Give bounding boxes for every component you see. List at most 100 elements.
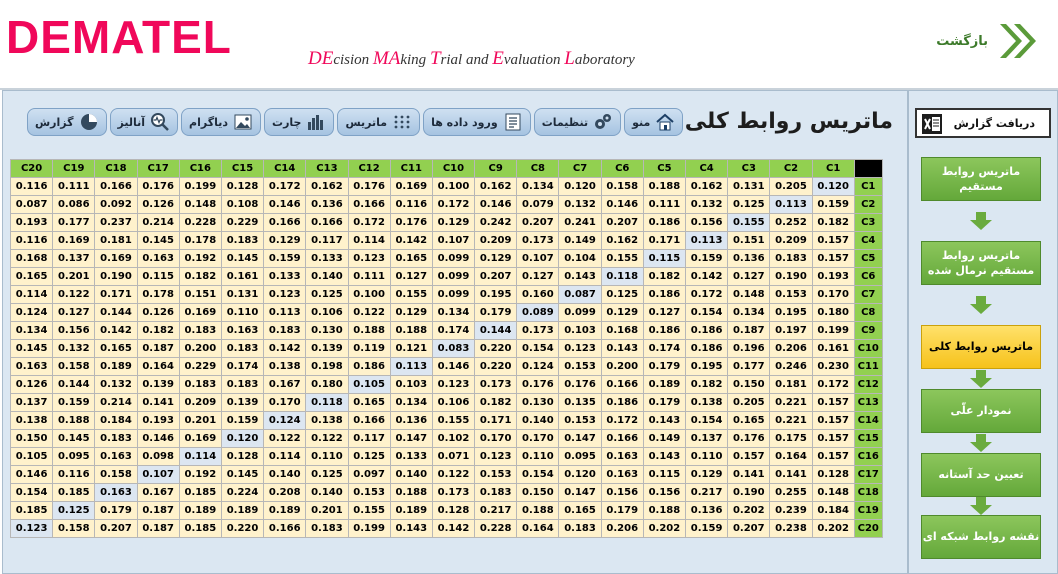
matrix-cell[interactable]: 0.186 xyxy=(600,393,644,412)
matrix-cell[interactable]: 0.105 xyxy=(347,375,391,394)
matrix-cell[interactable]: 0.196 xyxy=(727,339,771,358)
matrix-cell[interactable]: 0.207 xyxy=(94,519,138,538)
matrix-cell[interactable]: 0.192 xyxy=(178,465,222,484)
matrix-cell[interactable]: 0.132 xyxy=(52,339,96,358)
matrix-cell[interactable]: 0.129 xyxy=(684,465,729,484)
matrix-cell[interactable]: 0.139 xyxy=(136,375,180,394)
matrix-cell[interactable]: 0.228 xyxy=(474,519,518,538)
matrix-cell[interactable]: 0.162 xyxy=(305,177,349,196)
matrix-cell[interactable]: 0.148 xyxy=(727,285,771,304)
matrix-cell[interactable]: 0.183 xyxy=(474,483,518,502)
matrix-cell[interactable]: 0.127 xyxy=(642,303,687,322)
matrix-cell[interactable]: 0.190 xyxy=(727,483,771,502)
matrix-cell[interactable]: 0.099 xyxy=(431,285,476,304)
matrix-cell[interactable]: 0.179 xyxy=(94,501,138,520)
matrix-cell[interactable]: 0.174 xyxy=(642,339,687,358)
matrix-cell[interactable]: 0.170 xyxy=(263,393,307,412)
matrix-cell[interactable]: 0.252 xyxy=(769,213,813,232)
matrix-cell[interactable]: 0.106 xyxy=(431,393,476,412)
matrix-cell[interactable]: 0.113 xyxy=(769,195,813,214)
toolbar-button-home[interactable]: منو xyxy=(624,108,684,136)
matrix-cell[interactable]: 0.126 xyxy=(136,303,180,322)
matrix-cell[interactable]: 0.123 xyxy=(263,285,307,304)
matrix-cell[interactable]: 0.184 xyxy=(811,501,855,520)
matrix-cell[interactable]: 0.168 xyxy=(9,249,54,268)
matrix-cell[interactable]: 0.140 xyxy=(389,465,433,484)
matrix-cell[interactable]: 0.165 xyxy=(558,501,602,520)
matrix-cell[interactable]: 0.136 xyxy=(727,249,771,268)
matrix-cell[interactable]: 0.209 xyxy=(178,393,222,412)
matrix-cell[interactable]: 0.168 xyxy=(600,321,644,340)
matrix-cell[interactable]: 0.207 xyxy=(600,213,644,232)
matrix-cell[interactable]: 0.137 xyxy=(684,429,729,448)
matrix-cell[interactable]: 0.220 xyxy=(474,339,518,358)
matrix-cell[interactable]: 0.163 xyxy=(600,465,644,484)
matrix-cell[interactable]: 0.173 xyxy=(474,375,518,394)
matrix-cell[interactable]: 0.145 xyxy=(220,465,265,484)
matrix-cell[interactable]: 0.189 xyxy=(642,375,687,394)
matrix-cell[interactable]: 0.123 xyxy=(474,447,518,466)
step-button-5[interactable]: تعیین حد آستانه xyxy=(921,453,1041,497)
matrix-cell[interactable]: 0.132 xyxy=(684,195,729,214)
matrix-cell[interactable]: 0.217 xyxy=(684,483,729,502)
matrix-cell[interactable]: 0.188 xyxy=(516,501,560,520)
matrix-cell[interactable]: 0.179 xyxy=(642,357,687,376)
matrix-cell[interactable]: 0.139 xyxy=(305,339,349,358)
matrix-cell[interactable]: 0.172 xyxy=(263,177,307,196)
matrix-cell[interactable]: 0.114 xyxy=(178,447,222,466)
matrix-cell[interactable]: 0.107 xyxy=(431,231,476,250)
matrix-cell[interactable]: 0.110 xyxy=(516,447,560,466)
matrix-cell[interactable]: 0.125 xyxy=(727,195,771,214)
matrix-cell[interactable]: 0.157 xyxy=(811,411,855,430)
matrix-cell[interactable]: 0.192 xyxy=(178,249,222,268)
matrix-cell[interactable]: 0.143 xyxy=(600,339,644,358)
matrix-cell[interactable]: 0.125 xyxy=(600,285,644,304)
toolbar-button-magnifier[interactable]: آنالیز xyxy=(109,108,179,136)
matrix-cell[interactable]: 0.153 xyxy=(474,465,518,484)
matrix-cell[interactable]: 0.117 xyxy=(305,231,349,250)
matrix-cell[interactable]: 0.106 xyxy=(305,303,349,322)
matrix-cell[interactable]: 0.134 xyxy=(9,321,54,340)
matrix-cell[interactable]: 0.169 xyxy=(94,249,138,268)
matrix-cell[interactable]: 0.107 xyxy=(516,249,560,268)
matrix-cell[interactable]: 0.099 xyxy=(431,249,476,268)
matrix-cell[interactable]: 0.237 xyxy=(94,213,138,232)
matrix-cell[interactable]: 0.171 xyxy=(474,411,518,430)
back-button[interactable]: بازگشت xyxy=(936,22,1038,60)
matrix-cell[interactable]: 0.166 xyxy=(305,213,349,232)
matrix-cell[interactable]: 0.169 xyxy=(178,429,222,448)
matrix-cell[interactable]: 0.159 xyxy=(684,519,729,538)
matrix-cell[interactable]: 0.183 xyxy=(220,339,265,358)
matrix-cell[interactable]: 0.238 xyxy=(769,519,813,538)
matrix-cell[interactable]: 0.176 xyxy=(727,429,771,448)
matrix-cell[interactable]: 0.138 xyxy=(305,411,349,430)
matrix-cell[interactable]: 0.154 xyxy=(516,465,560,484)
matrix-cell[interactable]: 0.143 xyxy=(642,411,687,430)
matrix-cell[interactable]: 0.172 xyxy=(811,375,855,394)
matrix-cell[interactable]: 0.164 xyxy=(136,357,180,376)
matrix-cell[interactable]: 0.146 xyxy=(263,195,307,214)
matrix-cell[interactable]: 0.207 xyxy=(516,213,560,232)
matrix-cell[interactable]: 0.140 xyxy=(305,267,349,286)
matrix-cell[interactable]: 0.134 xyxy=(516,177,560,196)
matrix-cell[interactable]: 0.195 xyxy=(684,357,729,376)
toolbar-button-data-entry[interactable]: ورود داده ها xyxy=(423,108,531,136)
matrix-cell[interactable]: 0.169 xyxy=(178,303,222,322)
matrix-cell[interactable]: 0.128 xyxy=(431,501,476,520)
matrix-cell[interactable]: 0.128 xyxy=(220,177,265,196)
matrix-cell[interactable]: 0.214 xyxy=(136,213,180,232)
matrix-cell[interactable]: 0.127 xyxy=(727,267,771,286)
matrix-cell[interactable]: 0.115 xyxy=(136,267,180,286)
matrix-cell[interactable]: 0.137 xyxy=(9,393,54,412)
matrix-cell[interactable]: 0.071 xyxy=(431,447,476,466)
matrix-cell[interactable]: 0.142 xyxy=(389,231,433,250)
matrix-cell[interactable]: 0.165 xyxy=(727,411,771,430)
matrix-cell[interactable]: 0.137 xyxy=(52,249,96,268)
matrix-cell[interactable]: 0.166 xyxy=(347,411,391,430)
matrix-cell[interactable]: 0.220 xyxy=(474,357,518,376)
matrix-cell[interactable]: 0.126 xyxy=(136,195,180,214)
matrix-cell[interactable]: 0.132 xyxy=(94,375,138,394)
matrix-cell[interactable]: 0.155 xyxy=(727,213,771,232)
step-button-3[interactable]: ماتریس روابط کلی xyxy=(921,325,1041,369)
matrix-cell[interactable]: 0.151 xyxy=(178,285,222,304)
